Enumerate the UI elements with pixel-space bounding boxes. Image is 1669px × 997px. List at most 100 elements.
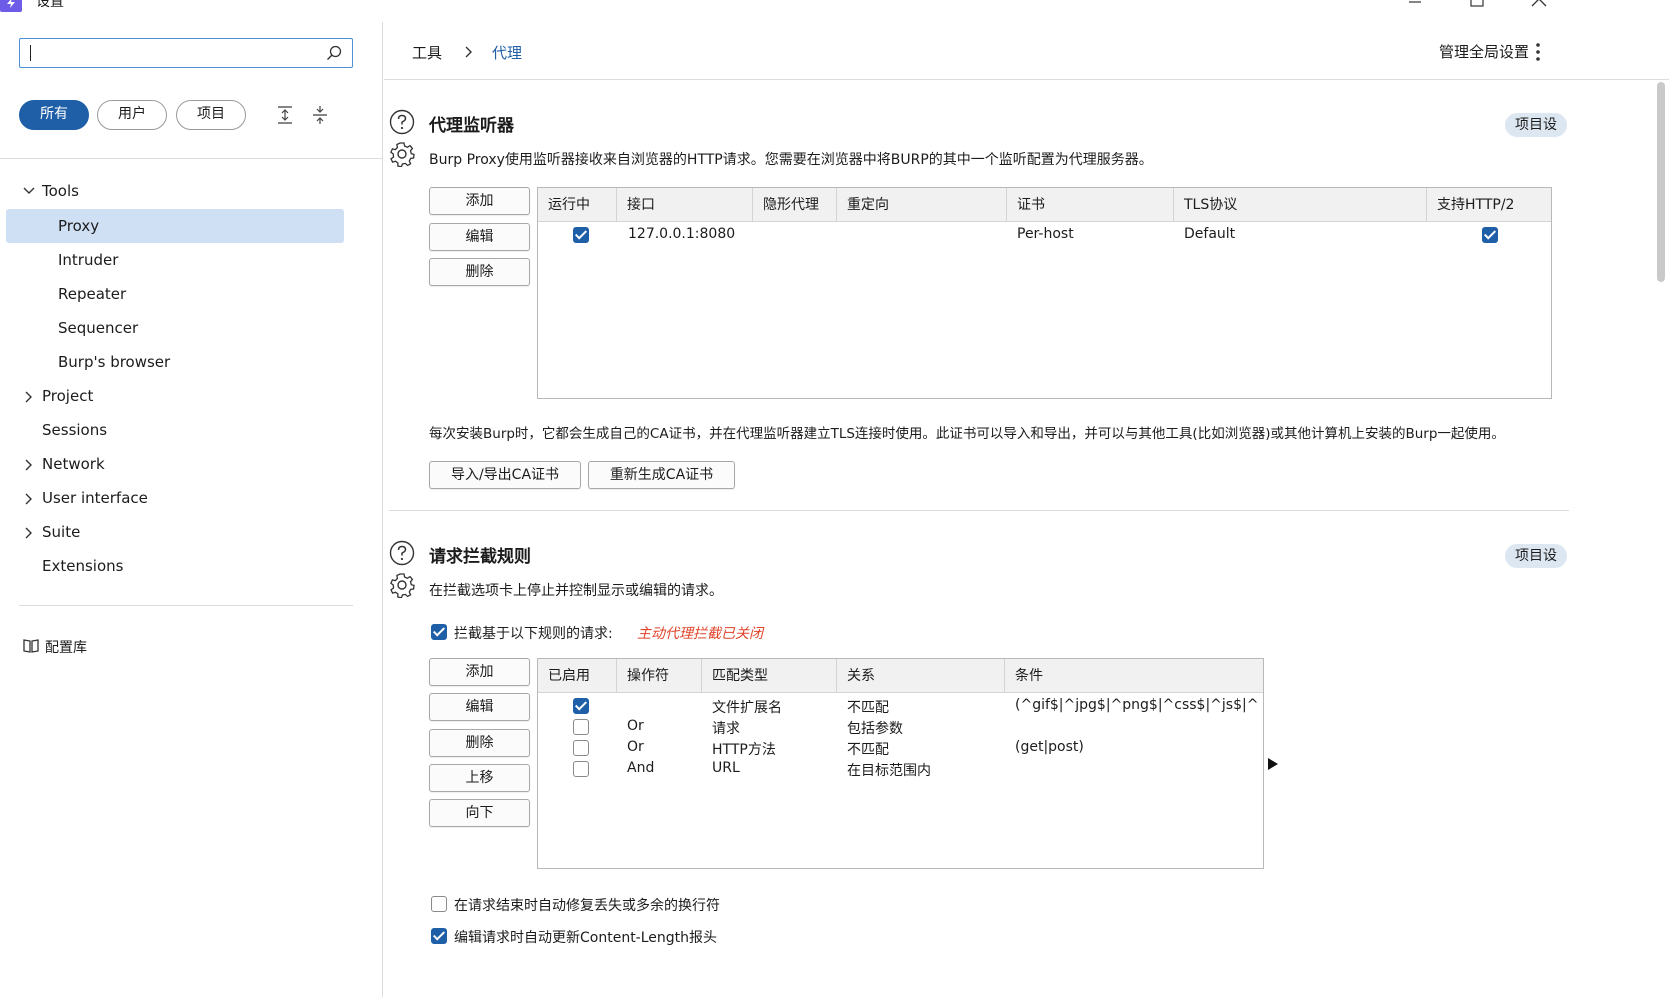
tree-item-label: User interface [42, 489, 148, 507]
relation-cell: 在目标范围内 [847, 763, 931, 779]
search-icon[interactable] [326, 45, 342, 61]
rule-enabled-checkbox[interactable] [573, 698, 589, 714]
help-icon[interactable] [389, 540, 415, 566]
rule-enabled-checkbox[interactable] [573, 740, 589, 756]
tree-item-label: Tools [42, 182, 79, 200]
running-checkbox[interactable] [573, 227, 589, 243]
chevron-right-icon [25, 527, 32, 539]
tree-item-burps-browser[interactable]: Burp's browser [58, 345, 338, 379]
cert-cell: Per-host [1017, 226, 1074, 242]
tree-item-label: Suite [42, 523, 81, 541]
close-icon[interactable] [1529, 0, 1549, 12]
manage-global-settings[interactable]: 管理全局设置 [1439, 41, 1529, 62]
intercept-enable-checkbox[interactable] [431, 624, 447, 640]
move-up-button[interactable]: 上移 [429, 764, 530, 792]
search-input[interactable] [19, 38, 353, 68]
text-caret [30, 45, 31, 61]
project-settings-badge[interactable]: 项目设 [1505, 113, 1567, 137]
remove-rule-button[interactable]: 删除 [429, 729, 530, 757]
import-export-ca-button[interactable]: 导入/导出CA证书 [429, 461, 581, 489]
edit-listener-button[interactable]: 编辑 [429, 223, 530, 251]
title-bar: 设置 [0, 0, 1669, 22]
tree-item-proxy[interactable]: Proxy [6, 209, 344, 243]
relation-cell: 不匹配 [847, 742, 889, 758]
filter-user-button[interactable]: 用户 [97, 100, 167, 130]
add-rule-button[interactable]: 添加 [429, 658, 530, 686]
tree-item-network[interactable]: Network [19, 447, 339, 481]
match-type-cell: HTTP方法 [712, 742, 776, 758]
gear-icon[interactable] [389, 141, 415, 167]
filter-all-button[interactable]: 所有 [19, 100, 89, 130]
breadcrumb-proxy[interactable]: 代理 [492, 42, 522, 63]
chevron-right-icon [25, 493, 32, 505]
condition-cell: (get|post) [1015, 739, 1084, 755]
match-type-cell: 文件扩展名 [712, 700, 782, 716]
more-options-icon[interactable] [1535, 42, 1541, 62]
tree-item-repeater[interactable]: Repeater [58, 277, 338, 311]
add-listener-button[interactable]: 添加 [429, 187, 530, 215]
update-content-length-checkbox[interactable] [431, 928, 447, 944]
tree-item-label: Repeater [58, 285, 127, 303]
listeners-title: 代理监听器 [429, 116, 514, 136]
column-header[interactable]: 操作符 [617, 659, 702, 693]
column-header[interactable]: 隐形代理 [753, 188, 837, 222]
column-header[interactable]: 运行中 [538, 188, 617, 222]
column-header[interactable]: 接口 [617, 188, 753, 222]
tree-item-label: Project [42, 387, 94, 405]
remove-listener-button[interactable]: 删除 [429, 258, 530, 286]
edit-rule-button[interactable]: 编辑 [429, 693, 530, 721]
tree-item-extensions[interactable]: Extensions [42, 549, 338, 583]
filter-project-button[interactable]: 项目 [176, 100, 246, 130]
column-header[interactable]: 重定向 [837, 188, 1007, 222]
sidebar-divider [19, 605, 353, 606]
column-header[interactable]: 关系 [837, 659, 1005, 693]
column-header[interactable]: 证书 [1007, 188, 1174, 222]
relation-cell: 不匹配 [847, 700, 889, 716]
listeners-table: 运行中 接口 隐形代理 重定向 证书 TLS协议 支持HTTP/2 127.0.… [537, 187, 1552, 399]
rule-enabled-checkbox[interactable] [573, 719, 589, 735]
minimize-icon[interactable] [1405, 0, 1425, 12]
settings-sidebar: 所有 用户 项目 Tools Proxy Intruder Repeater S… [0, 22, 383, 997]
regenerate-ca-button[interactable]: 重新生成CA证书 [588, 461, 735, 489]
intercept-enable-label: 拦截基于以下规则的请求: [454, 626, 613, 642]
tree-item-sequencer[interactable]: Sequencer [58, 311, 338, 345]
rule-enabled-checkbox[interactable] [573, 761, 589, 777]
column-header[interactable]: 已启用 [538, 659, 617, 693]
column-header[interactable]: 条件 [1005, 659, 1263, 693]
update-content-length-label: 编辑请求时自动更新Content-Length报头 [454, 930, 718, 946]
chevron-down-icon [23, 187, 35, 194]
window-title: 设置 [36, 0, 64, 10]
expand-all-icon[interactable] [276, 105, 294, 125]
column-header[interactable]: 匹配类型 [702, 659, 837, 693]
tls-cell: Default [1184, 226, 1236, 242]
gear-icon[interactable] [389, 572, 415, 598]
project-settings-badge[interactable]: 项目设 [1505, 544, 1567, 568]
tree-item-user-interface[interactable]: User interface [19, 481, 339, 515]
scrollbar-thumb[interactable] [1657, 82, 1665, 282]
help-icon[interactable] [389, 109, 415, 135]
maximize-icon[interactable] [1467, 0, 1487, 12]
tree-item-tools[interactable]: Tools [19, 174, 339, 208]
collapse-all-icon[interactable] [311, 105, 329, 125]
move-down-button[interactable]: 向下 [429, 799, 530, 827]
tree-item-label: Network [42, 455, 105, 473]
chevron-right-icon [25, 391, 32, 403]
config-library-label: 配置库 [45, 640, 87, 656]
breadcrumb-tools[interactable]: 工具 [412, 42, 442, 63]
chevron-right-icon [465, 46, 472, 58]
burp-logo-icon [0, 0, 22, 12]
vertical-scrollbar[interactable] [1654, 82, 1668, 997]
tree-item-intruder[interactable]: Intruder [58, 243, 338, 277]
tree-item-suite[interactable]: Suite [19, 515, 339, 549]
sidebar-divider [0, 158, 383, 159]
tree-item-sessions[interactable]: Sessions [42, 413, 338, 447]
tree-item-project[interactable]: Project [19, 379, 339, 413]
http2-checkbox[interactable] [1482, 227, 1498, 243]
column-header[interactable]: 支持HTTP/2 [1427, 188, 1551, 222]
tree-item-label: Sessions [42, 421, 108, 439]
fix-newlines-checkbox[interactable] [431, 896, 447, 912]
ca-cert-description: 每次安装Burp时，它都会生成自己的CA证书，并在代理监听器建立TLS连接时使用… [429, 426, 1505, 442]
column-header[interactable]: TLS协议 [1174, 188, 1427, 222]
tree-item-label: Intruder [58, 251, 119, 269]
intercept-rules-title: 请求拦截规则 [429, 547, 531, 567]
